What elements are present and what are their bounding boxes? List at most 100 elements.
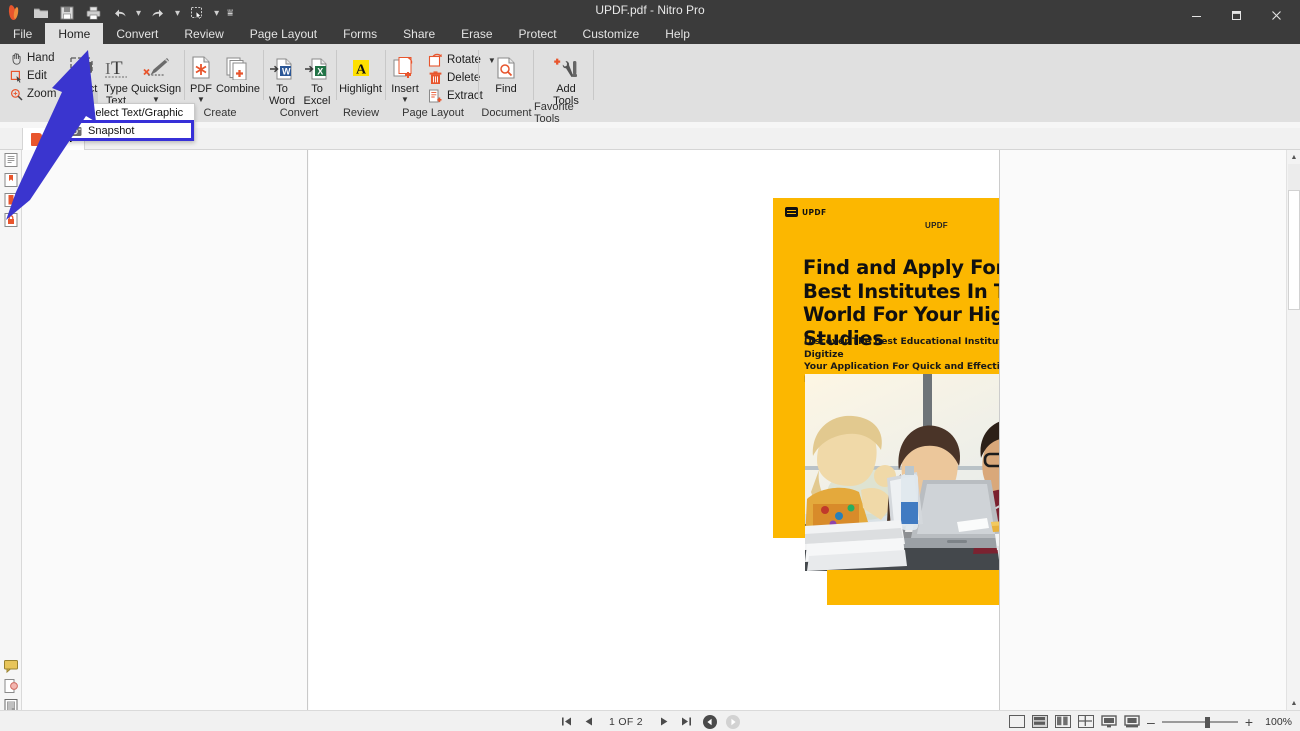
stamps-icon[interactable] xyxy=(3,678,19,694)
security-icon[interactable] xyxy=(3,212,19,228)
quicksign-button[interactable]: QuickSign ▼ xyxy=(133,50,179,103)
combine-icon xyxy=(225,50,251,80)
extract-pages-button[interactable]: Extract xyxy=(427,88,483,104)
to-word-icon: W xyxy=(269,50,295,80)
delete-label: Delete xyxy=(447,72,480,84)
highlight-button[interactable]: A Highlight xyxy=(340,50,381,95)
bookmarks-icon[interactable] xyxy=(3,172,19,188)
previous-view-button[interactable] xyxy=(703,715,717,729)
group-label-create: Create xyxy=(186,103,254,122)
minimize-button[interactable] xyxy=(1176,0,1216,30)
combine-button[interactable]: Combine xyxy=(216,50,260,95)
updf-brand-logo: UPDF xyxy=(785,207,827,217)
document-viewer: UPDF UPDF UPDF Find and Apply For the Be… xyxy=(22,150,1300,710)
add-tools-button[interactable]: Add Tools xyxy=(545,50,587,107)
edit-tool-button[interactable]: Edit xyxy=(9,69,47,83)
zoom-slider-track xyxy=(1162,721,1238,723)
zoom-out-button[interactable]: – xyxy=(1147,714,1155,730)
two-page-view-button[interactable] xyxy=(1055,715,1071,728)
to-excel-button[interactable]: X To Excel xyxy=(302,50,332,107)
type-text-button[interactable]: I T Type Text xyxy=(101,50,131,107)
close-button[interactable] xyxy=(1256,0,1296,30)
zoom-in-button[interactable]: + xyxy=(1245,714,1253,730)
select-dropdown-menu: Select Text/Graphic Snapshot xyxy=(63,103,195,141)
tab-convert[interactable]: Convert xyxy=(103,23,171,44)
svg-text:A: A xyxy=(356,63,367,78)
scroll-up-arrow-icon[interactable]: ▲ xyxy=(1287,150,1300,164)
tab-page-layout[interactable]: Page Layout xyxy=(237,23,330,44)
extract-icon xyxy=(427,88,443,104)
attachments-icon[interactable] xyxy=(3,192,19,208)
updf-brand-text: UPDF xyxy=(802,208,827,217)
create-pdf-caret-icon[interactable]: ▼ xyxy=(197,96,205,103)
delete-pages-button[interactable]: Delete xyxy=(427,70,480,86)
previous-page-button[interactable] xyxy=(582,715,595,728)
rotate-icon xyxy=(427,52,443,68)
group-label-page-layout: Page Layout xyxy=(388,103,478,122)
tab-share[interactable]: Share xyxy=(390,23,448,44)
highlight-icon: A xyxy=(349,50,373,80)
vertical-scrollbar[interactable]: ▲ ▲ xyxy=(1286,150,1300,710)
svg-text:W: W xyxy=(282,66,291,76)
scroll-down-arrow-icon[interactable]: ▲ xyxy=(1287,696,1300,710)
insert-caret-icon[interactable]: ▼ xyxy=(401,96,409,103)
comments-icon[interactable] xyxy=(3,658,19,674)
group-label-favorite-tools: Favorite Tools xyxy=(534,103,598,122)
first-page-button[interactable] xyxy=(560,715,573,728)
tab-customize[interactable]: Customize xyxy=(570,23,653,44)
rotate-label: Rotate xyxy=(447,54,481,66)
to-word-label-1: To xyxy=(276,83,288,95)
rotate-button[interactable]: Rotate ▼ xyxy=(427,52,496,68)
ribbon-divider-5 xyxy=(478,50,479,100)
continuous-scroll-view-button[interactable] xyxy=(1032,715,1048,728)
edit-tool-label: Edit xyxy=(27,70,47,82)
hand-tool-label: Hand xyxy=(27,52,55,64)
window-controls xyxy=(1176,0,1296,30)
fit-width-view-button[interactable] xyxy=(1101,715,1117,728)
quicksign-caret-down-icon[interactable]: ▼ xyxy=(152,96,160,103)
ribbon-divider-2 xyxy=(263,50,264,100)
tab-forms[interactable]: Forms xyxy=(330,23,390,44)
last-page-button[interactable] xyxy=(679,715,692,728)
create-pdf-button[interactable]: PDF ▼ xyxy=(188,50,214,103)
ribbon-divider-3 xyxy=(336,50,337,100)
select-caret-down-icon[interactable]: ▼ xyxy=(78,96,86,103)
maximize-button[interactable] xyxy=(1216,0,1256,30)
fit-page-view-button[interactable] xyxy=(1124,715,1140,728)
group-label-convert: Convert xyxy=(265,103,333,122)
thumbnails-icon[interactable] xyxy=(3,152,19,168)
menu-item-select-text-graphic[interactable]: Select Text/Graphic xyxy=(64,104,194,122)
pdf-file-icon xyxy=(31,133,42,146)
to-excel-icon: X xyxy=(304,50,330,80)
menu-item-label: Snapshot xyxy=(88,125,134,137)
zoom-level-label[interactable]: 100% xyxy=(1260,716,1292,728)
tab-home[interactable]: Home xyxy=(45,23,103,44)
menu-item-snapshot[interactable]: Snapshot xyxy=(64,122,194,140)
zoom-tool-button[interactable]: Zoom xyxy=(9,87,56,101)
tab-file[interactable]: File xyxy=(0,23,45,44)
add-tools-icon xyxy=(552,50,580,80)
to-word-button[interactable]: W To Word xyxy=(267,50,297,107)
insert-pages-icon xyxy=(392,50,418,80)
tab-help[interactable]: Help xyxy=(652,23,703,44)
scrollbar-thumb[interactable] xyxy=(1288,190,1300,310)
highlight-label: Highlight xyxy=(339,83,382,95)
page-indicator[interactable]: 1 OF 2 xyxy=(604,716,648,728)
tab-review[interactable]: Review xyxy=(171,23,236,44)
select-button[interactable]: Select ▼ xyxy=(66,50,98,103)
single-page-view-button[interactable] xyxy=(1009,715,1025,728)
grid-view-button[interactable] xyxy=(1078,715,1094,728)
hand-tool-button[interactable]: Hand xyxy=(9,51,55,65)
view-controls: – + 100% xyxy=(1009,711,1292,731)
scrollbar-track-upper[interactable] xyxy=(1288,164,1300,190)
tab-protect[interactable]: Protect xyxy=(506,23,570,44)
zoom-slider[interactable] xyxy=(1162,716,1238,728)
next-view-button[interactable] xyxy=(726,715,740,729)
watermark-top: UPDF xyxy=(925,221,948,230)
tab-erase[interactable]: Erase xyxy=(448,23,505,44)
zoom-slider-knob[interactable] xyxy=(1205,717,1210,728)
next-page-button[interactable] xyxy=(657,715,670,728)
ribbon-divider-6 xyxy=(533,50,534,100)
insert-pages-button[interactable]: Insert ▼ xyxy=(389,50,421,103)
find-button[interactable]: Find xyxy=(489,50,523,95)
